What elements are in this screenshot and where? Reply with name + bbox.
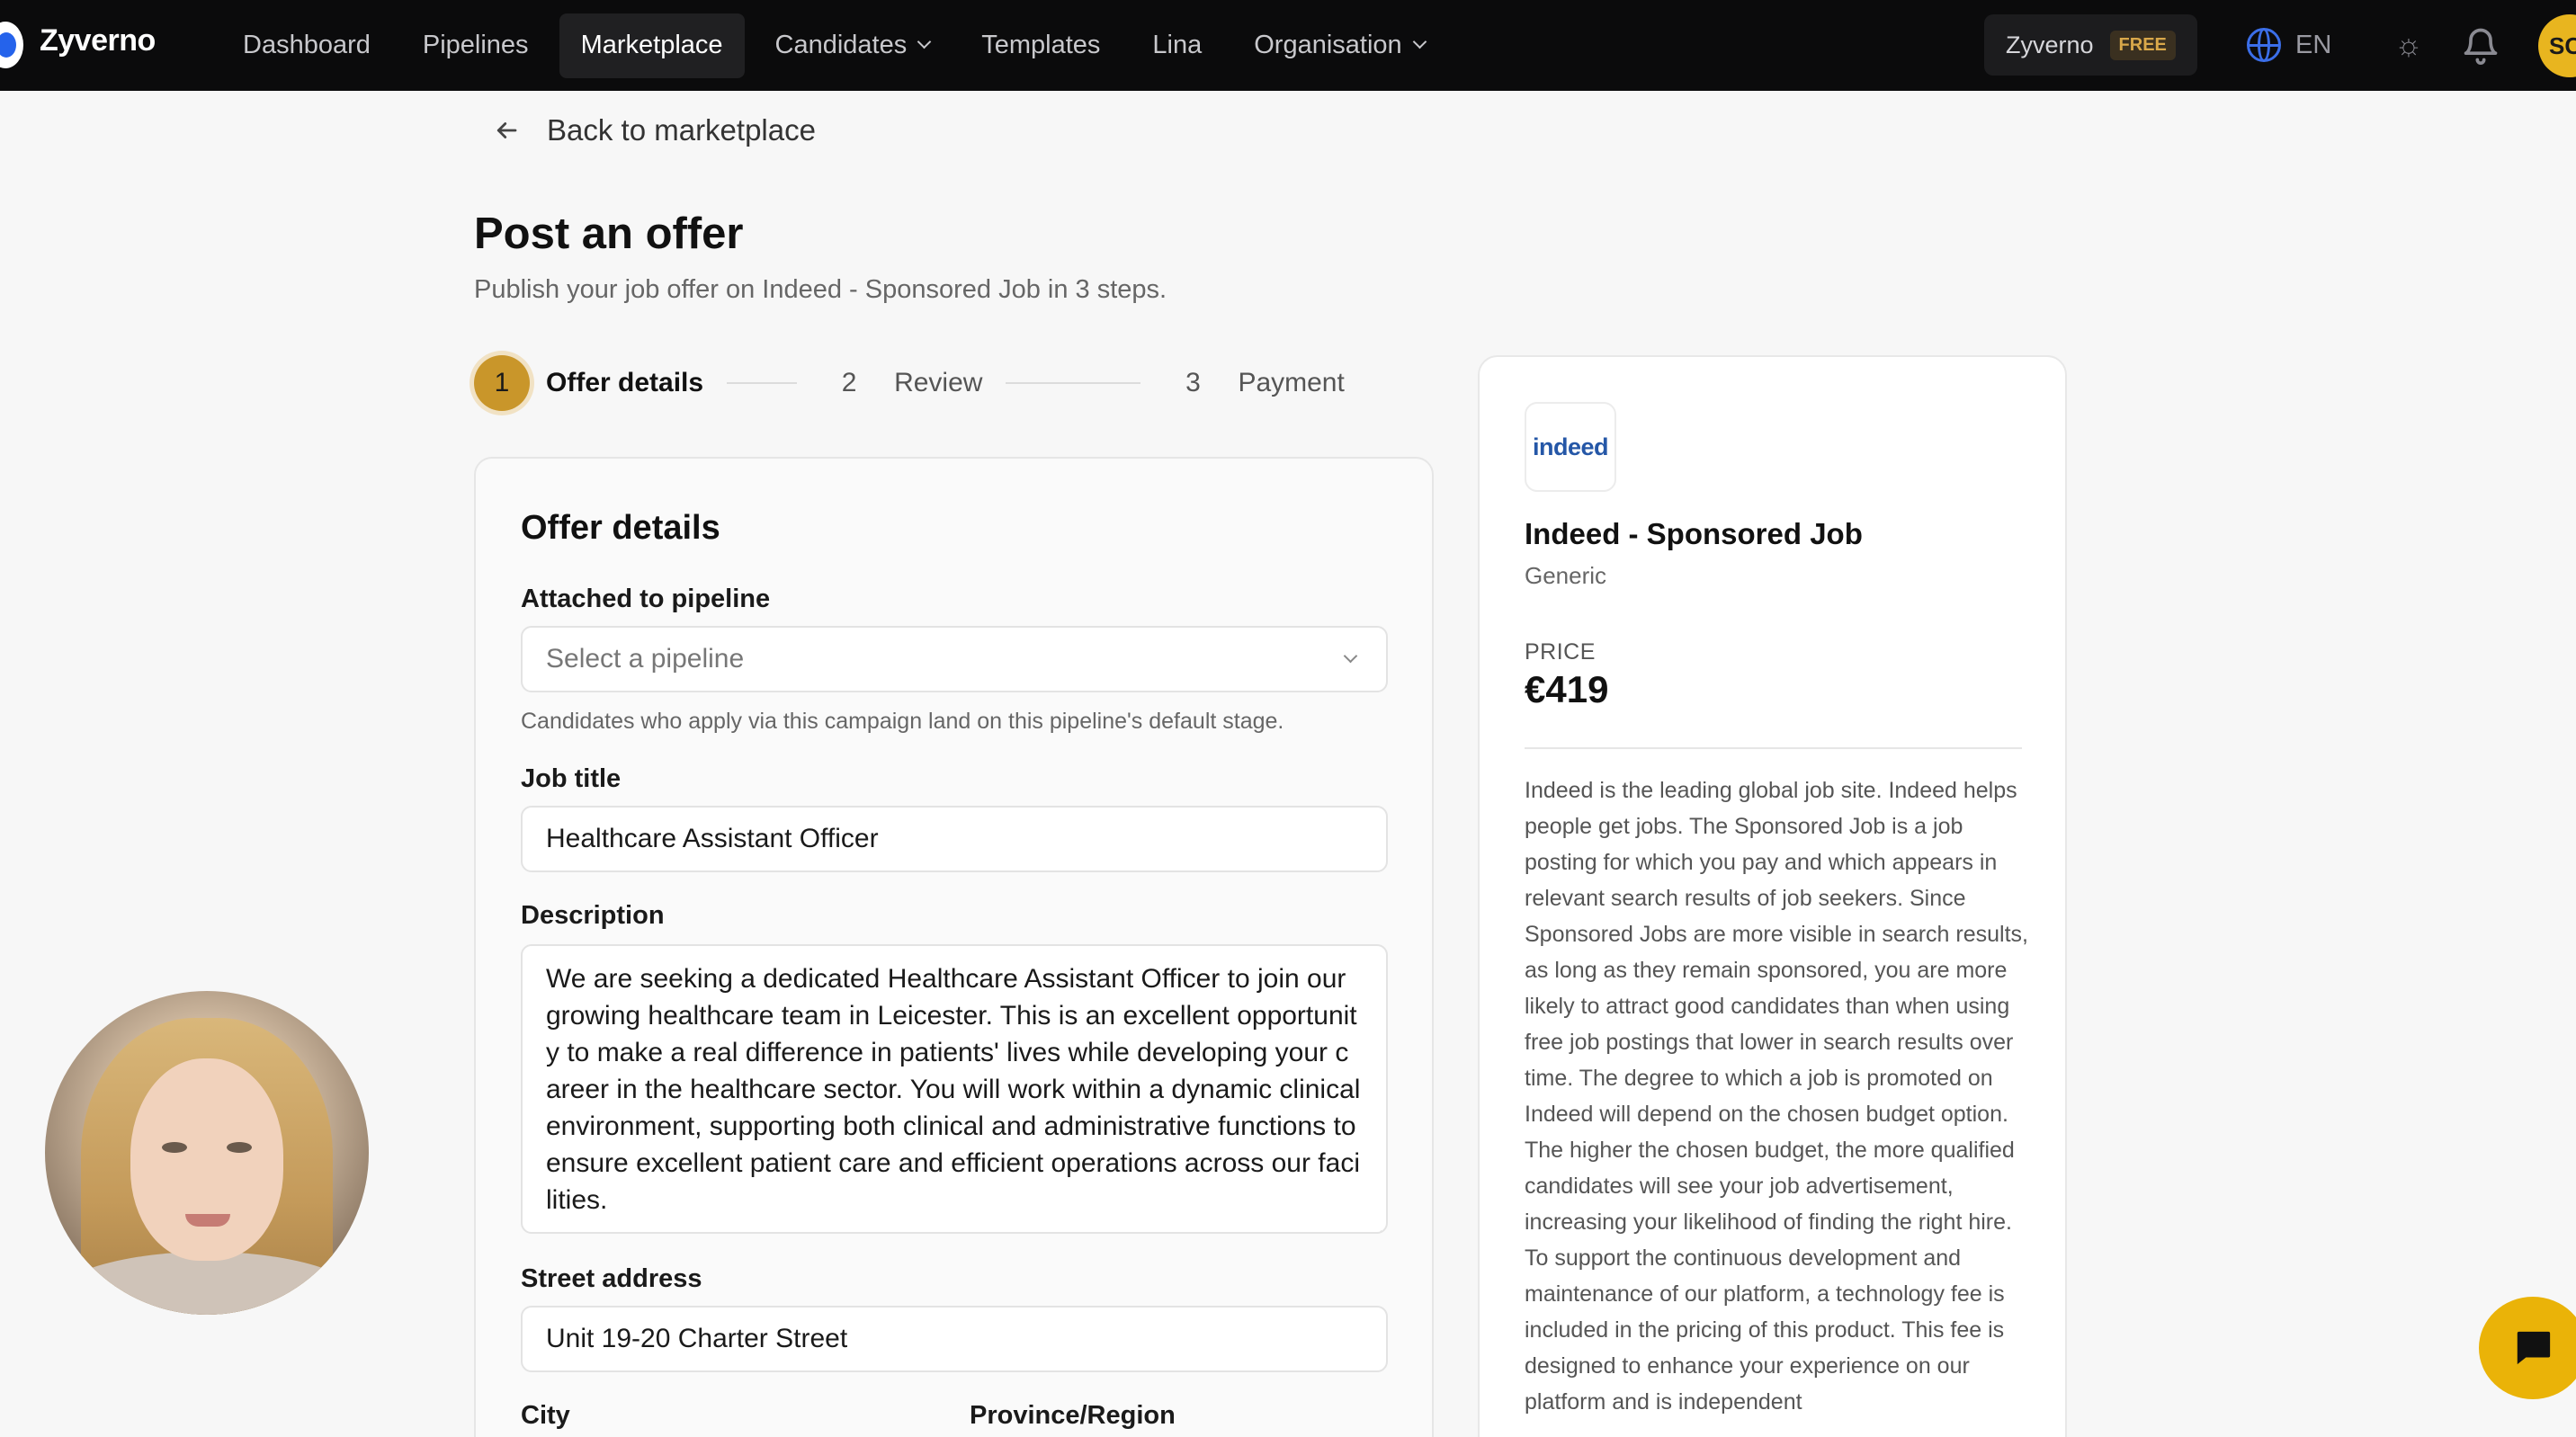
back-to-marketplace-link[interactable]: Back to marketplace	[493, 113, 816, 147]
product-summary-card: indeed Indeed - Sponsored Job Generic PR…	[1478, 355, 2067, 1437]
step-indicator: 1 Offer details 2 Review 3 Payment	[474, 354, 1345, 412]
resize-handle-icon[interactable]	[1368, 1214, 1382, 1232]
theme-toggle-sun-icon[interactable]: ☼	[2389, 25, 2428, 65]
presenter-face	[130, 1058, 283, 1261]
presenter-eye	[162, 1142, 187, 1153]
card-title: Offer details	[521, 509, 720, 547]
chevron-down-icon	[1343, 648, 1358, 663]
province-label: Province/Region	[970, 1401, 1176, 1430]
pipeline-select[interactable]: Select a pipeline	[521, 626, 1388, 692]
chat-bubble-icon	[2517, 1331, 2551, 1365]
price-label: PRICE	[1525, 639, 1596, 665]
product-category: Generic	[1525, 562, 1607, 589]
street-address-value: Unit 19-20 Charter Street	[546, 1324, 848, 1353]
workspace-name: Zyverno	[2006, 31, 2094, 58]
presenter-video-avatar	[45, 991, 369, 1315]
city-label: City	[521, 1401, 570, 1430]
globe-icon	[2247, 28, 2281, 62]
divider	[1525, 747, 2022, 749]
job-title-value: Healthcare Assistant Officer	[546, 824, 879, 853]
price-value: €419	[1525, 668, 1609, 710]
user-avatar[interactable]: SC	[2538, 14, 2576, 77]
nav-templates[interactable]: Templates	[960, 13, 1122, 78]
brand-logo-icon[interactable]	[0, 22, 23, 68]
nav-label: Candidates	[774, 31, 908, 59]
brand-name[interactable]: Zyverno	[40, 23, 156, 58]
nav-label: Lina	[1152, 31, 1203, 59]
step-3-label[interactable]: Payment	[1238, 368, 1344, 398]
nav-label: Pipelines	[422, 31, 529, 59]
language-code: EN	[2295, 30, 2332, 59]
step-2-number[interactable]: 2	[820, 354, 878, 412]
chat-button[interactable]	[2479, 1297, 2576, 1399]
chevron-down-icon	[1412, 34, 1427, 49]
nav-label: Dashboard	[243, 31, 371, 59]
description-textarea[interactable]: We are seeking a dedicated Healthcare As…	[521, 944, 1388, 1234]
nav-label: Organisation	[1254, 31, 1402, 59]
pipeline-label: Attached to pipeline	[521, 585, 771, 613]
nav-candidates[interactable]: Candidates	[754, 13, 952, 78]
plan-badge: FREE	[2109, 30, 2176, 60]
arrow-left-icon	[493, 117, 520, 144]
back-link-label: Back to marketplace	[547, 113, 816, 147]
nav-lina[interactable]: Lina	[1131, 13, 1223, 78]
presenter-eye	[227, 1142, 252, 1153]
job-title-label: Job title	[521, 764, 622, 793]
pipeline-select-placeholder: Select a pipeline	[546, 644, 745, 674]
street-address-label: Street address	[521, 1264, 702, 1293]
step-connector	[727, 382, 798, 384]
workspace-switcher[interactable]: Zyverno FREE	[1984, 14, 2197, 76]
product-description: Indeed is the leading global job site. I…	[1525, 778, 2028, 1415]
description-label: Description	[521, 901, 665, 930]
nav-label: Marketplace	[580, 31, 723, 59]
nav-pipelines[interactable]: Pipelines	[401, 13, 550, 78]
nav-organisation[interactable]: Organisation	[1232, 13, 1445, 78]
page-subtitle: Publish your job offer on Indeed - Spons…	[474, 275, 1167, 304]
nav-marketplace[interactable]: Marketplace	[559, 13, 745, 78]
street-address-input[interactable]: Unit 19-20 Charter Street	[521, 1306, 1388, 1372]
nav-dashboard[interactable]: Dashboard	[221, 13, 392, 78]
offer-details-card: Offer details Attached to pipeline Selec…	[474, 457, 1434, 1437]
description-value: We are seeking a dedicated Healthcare As…	[546, 964, 1361, 1215]
step-1-number[interactable]: 1	[474, 355, 530, 411]
page-title: Post an offer	[474, 210, 744, 258]
step-3-number[interactable]: 3	[1164, 354, 1221, 412]
notifications-bell-icon[interactable]	[2461, 22, 2500, 68]
nav-label: Templates	[981, 31, 1101, 59]
step-connector	[1006, 382, 1141, 384]
step-1-label[interactable]: Offer details	[546, 368, 703, 398]
language-switcher[interactable]: EN	[2247, 22, 2331, 68]
product-title: Indeed - Sponsored Job	[1525, 517, 1863, 550]
step-2-label[interactable]: Review	[894, 368, 982, 398]
main-nav: Dashboard Pipelines Marketplace Candidat…	[221, 0, 1455, 91]
indeed-logo: indeed	[1525, 402, 1616, 492]
pipeline-hint: Candidates who apply via this campaign l…	[521, 709, 1284, 734]
chevron-down-icon	[917, 34, 932, 49]
job-title-input[interactable]: Healthcare Assistant Officer	[521, 806, 1388, 872]
top-navbar: Zyverno Dashboard Pipelines Marketplace …	[0, 0, 2576, 91]
presenter-mouth	[185, 1214, 230, 1227]
